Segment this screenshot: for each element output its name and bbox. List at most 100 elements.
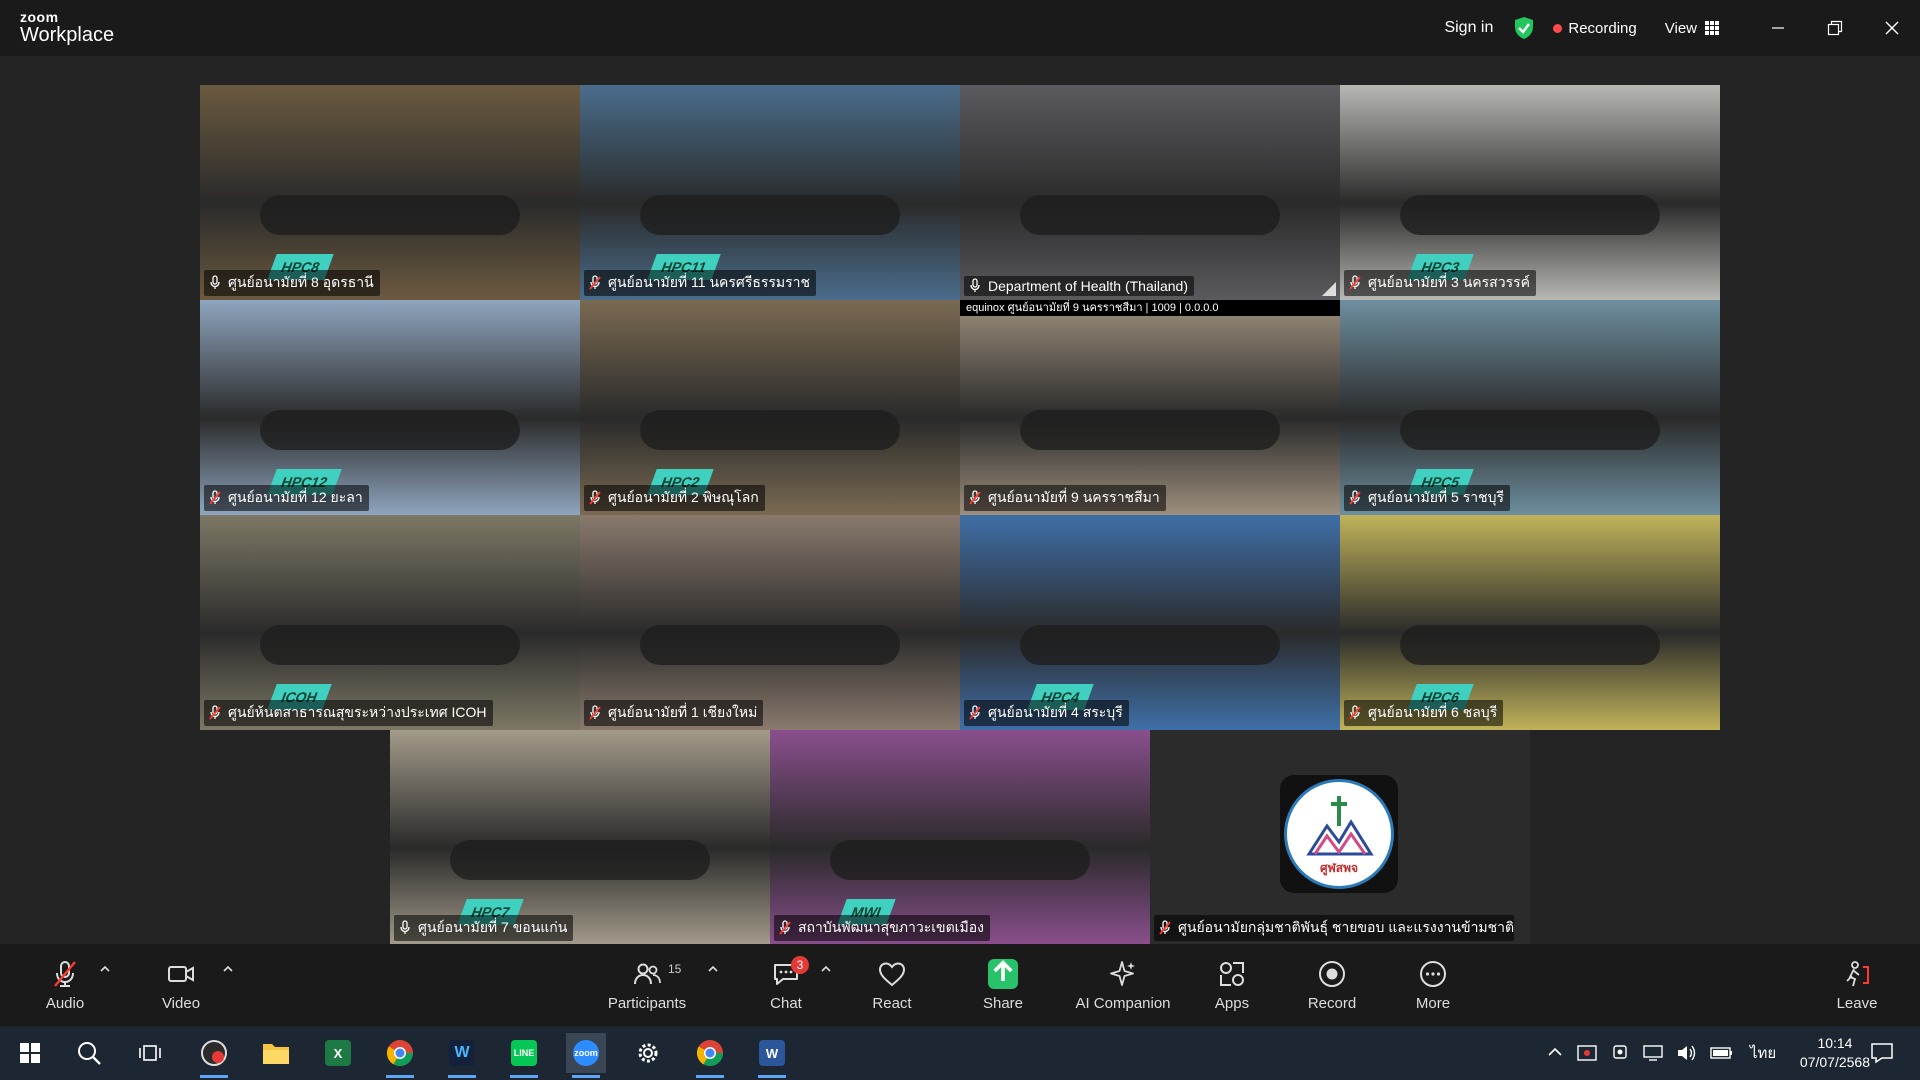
sign-in-button[interactable]: Sign in — [1432, 11, 1505, 45]
participant-video-tile[interactable]: MWI สถาบันพัฒนาสุขภาวะเขตเมือง — [770, 730, 1150, 945]
participant-video-tile[interactable]: HPC5 ศูนย์อนามัยที่ 5 ราชบุรี — [1340, 300, 1720, 515]
participant-name-tag: ศูนย์อนามัยที่ 1 เชียงใหม่ — [584, 700, 764, 726]
notification-center-icon — [1871, 1043, 1893, 1064]
recording-indicator[interactable]: Recording — [1553, 20, 1637, 37]
close-window-button[interactable] — [1863, 0, 1920, 56]
search-icon — [78, 1042, 101, 1065]
participant-name: ศูนย์อนามัยที่ 11 นครศรีธรรมราช — [608, 274, 811, 290]
view-button[interactable]: View — [1665, 20, 1719, 37]
participant-name-tag: ศูนย์อนามัยที่ 12 ยะลา — [204, 485, 369, 511]
participant-video-tile[interactable]: ศูนย์อนามัยที่ 1 เชียงใหม่ — [580, 515, 960, 730]
participants-options-chevron-icon[interactable] — [706, 962, 720, 976]
more-button[interactable]: More — [1403, 944, 1463, 1026]
taskbar-app-line[interactable]: LINE — [504, 1033, 544, 1078]
ai-companion-label: AI Companion — [1075, 994, 1171, 1012]
participants-label: Participants — [607, 994, 687, 1012]
zoom-logo: zoom Workplace — [20, 10, 114, 45]
webcam-icon[interactable] — [1610, 1043, 1630, 1063]
participant-video-tile[interactable]: ศูฬสพจศูนย์อนามัยกลุ่มชาติพันธุ์ ชายขอบ … — [1150, 730, 1530, 945]
participant-video-tile[interactable]: equinox ศูนย์อนามัยที่ 9 นครราชสีมา | 10… — [960, 300, 1340, 515]
participant-name-tag: ศูนย์อนามัยที่ 2 พิษณุโลก — [584, 485, 765, 511]
taskbar-app-screen-recorder[interactable] — [194, 1033, 234, 1078]
taskbar-app-file-explorer[interactable] — [256, 1033, 296, 1073]
participant-video-tile[interactable]: HPC11 ศูนย์อนามัยที่ 11 นครศรีธรรมราช — [580, 85, 960, 300]
participant-video-tile[interactable]: HPC12 ศูนย์อนามัยที่ 12 ยะลา — [200, 300, 580, 515]
audio-options-chevron-icon[interactable] — [98, 962, 112, 976]
muted-mic-icon — [209, 490, 221, 505]
participant-name-tag: ศูนย์อนามัยที่ 7 ขอนแก่น — [394, 915, 574, 941]
taskbar-app-word[interactable]: W — [752, 1033, 792, 1078]
taskbar-app-excel[interactable]: X — [318, 1033, 358, 1073]
react-button[interactable]: React — [862, 944, 922, 1026]
participant-name-tag: ศูนย์อนามัยกลุ่มชาติพันธุ์ ชายขอบ และแรง… — [1154, 915, 1514, 941]
participant-name: Department of Health (Thailand) — [988, 278, 1188, 294]
taskbar-app-chrome-2[interactable] — [690, 1033, 730, 1078]
video-feed — [770, 730, 1150, 945]
screen-recorder-app-icon — [201, 1040, 227, 1066]
participant-video-tile[interactable]: HPC6 ศูนย์อนามัยที่ 6 ชลบุรี — [1340, 515, 1720, 730]
taskbar-app-zoom[interactable]: zoom — [566, 1033, 606, 1078]
participant-video-tile[interactable]: HPC4 ศูนย์อนามัยที่ 4 สระบุรี — [960, 515, 1340, 730]
more-dots-icon — [1420, 960, 1446, 987]
apps-button[interactable]: Apps — [1202, 944, 1262, 1026]
minimize-icon — [1771, 27, 1784, 29]
participant-name-tag: ศูนย์อนามัยที่ 3 นครสวรรค์ — [1344, 270, 1536, 296]
participant-name-tag: ศูนย์อนามัยที่ 6 ชลบุรี — [1344, 700, 1504, 726]
system-clock[interactable]: 10:14 07/07/2568 — [1800, 1034, 1870, 1072]
chat-label: Chat — [770, 994, 802, 1012]
grid-view-icon — [1705, 21, 1719, 35]
volume-icon[interactable] — [1676, 1043, 1698, 1063]
participant-name-tag: ศูนย์อนามัยที่ 11 นครศรีธรรมราช — [584, 270, 817, 296]
show-hidden-icons-chevron-icon[interactable] — [1546, 1044, 1564, 1062]
participant-video-tile[interactable]: HPC8 ศูนย์อนามัยที่ 8 อุดรธานี — [200, 85, 580, 300]
participant-name: ศูนย์อนามัยที่ 9 นครราชสีมา — [988, 489, 1160, 505]
minimize-button[interactable] — [1749, 0, 1806, 56]
resize-corner-icon[interactable] — [1322, 282, 1336, 296]
notifications-button[interactable] — [1862, 1033, 1902, 1073]
organization-logo-icon: ศูฬสพจ — [1280, 775, 1398, 893]
muted-mic-icon — [1349, 275, 1361, 290]
taskbar-app-webex[interactable]: W — [442, 1033, 482, 1078]
audio-button[interactable]: Audio — [36, 944, 94, 1026]
battery-icon[interactable] — [1710, 1045, 1734, 1061]
svg-text:ศูฬสพจ: ศูฬสพจ — [1320, 861, 1358, 876]
video-feed — [1340, 515, 1720, 730]
video-options-chevron-icon[interactable] — [221, 962, 235, 976]
chat-options-chevron-icon[interactable] — [819, 962, 833, 976]
taskbar-app-settings[interactable] — [628, 1033, 668, 1073]
participant-video-tile[interactable]: HPC2 ศูนย์อนามัยที่ 2 พิษณุโลก — [580, 300, 960, 515]
display-icon[interactable] — [1642, 1043, 1664, 1063]
search-button[interactable] — [69, 1033, 109, 1073]
chrome-icon — [386, 1040, 414, 1067]
start-button[interactable] — [10, 1033, 50, 1073]
participant-video-tile[interactable]: HPC3 ศูนย์อนามัยที่ 3 นครสวรรค์ — [1340, 85, 1720, 300]
input-language[interactable]: ไทย — [1750, 1041, 1776, 1065]
ai-companion-button[interactable]: AI Companion — [1068, 944, 1178, 1026]
participants-button[interactable]: Participants — [602, 944, 692, 1026]
task-view-button[interactable] — [130, 1033, 170, 1073]
restore-icon — [1827, 20, 1842, 36]
participant-video-tile[interactable]: ICOH ศูนย์ห้นตสาธารณสุขระหว่างประเทศ ICOH — [200, 515, 580, 730]
network-security-icon[interactable] — [1576, 1043, 1598, 1063]
encryption-shield-icon[interactable] — [1513, 16, 1535, 40]
restore-button[interactable] — [1806, 0, 1863, 56]
participant-name: ศูนย์อนามัยที่ 6 ชลบุรี — [1368, 704, 1498, 720]
participant-video-tile[interactable]: HPC7 ศูนย์อนามัยที่ 7 ขอนแก่น — [390, 730, 770, 945]
muted-mic-icon — [969, 490, 981, 505]
chat-button[interactable]: Chat — [755, 944, 817, 1026]
folder-icon — [263, 1044, 289, 1064]
mic-icon — [970, 278, 980, 292]
settings-gear-icon — [638, 1043, 658, 1063]
video-feed — [200, 85, 580, 300]
apps-icon — [1220, 961, 1244, 986]
record-button[interactable]: Record — [1302, 944, 1362, 1026]
participant-video-tile[interactable]: Department of Health (Thailand) — [960, 85, 1340, 300]
share-button[interactable]: Share — [974, 944, 1032, 1026]
video-feed — [580, 300, 960, 515]
system-tray: ไทย — [1540, 1026, 1786, 1080]
video-button[interactable]: Video — [152, 944, 210, 1026]
video-feed — [580, 85, 960, 300]
leave-button[interactable]: Leave — [1832, 944, 1882, 1026]
share-screen-icon — [988, 958, 1018, 989]
taskbar-app-chrome[interactable] — [380, 1033, 420, 1078]
